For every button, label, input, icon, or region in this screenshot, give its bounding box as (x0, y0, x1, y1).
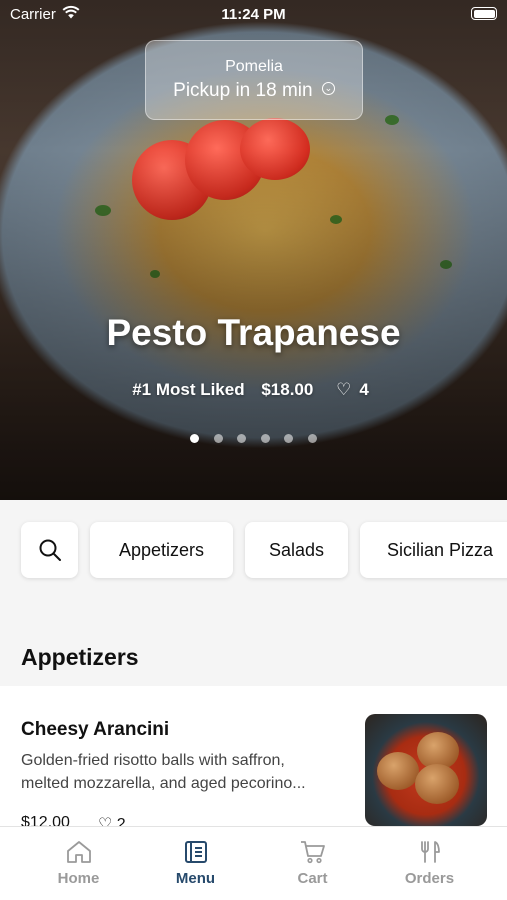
section-title: Appetizers (21, 644, 139, 670)
tab-label: Cart (297, 870, 328, 887)
cart-icon (300, 841, 325, 864)
heart-icon: ♡ (336, 380, 352, 399)
home-icon (66, 841, 91, 863)
tab-cart[interactable]: Cart (254, 827, 371, 900)
item-description: Golden-fried risotto balls with saffron,… (21, 749, 351, 795)
menu-item-card[interactable]: Cheesy Arancini Golden-fried risotto bal… (0, 686, 507, 826)
tab-orders[interactable]: Orders (371, 827, 488, 900)
category-bar[interactable]: Appetizers Salads Sicilian Pizza (0, 500, 507, 610)
hero-carousel[interactable]: Carrier 11:24 PM Pomelia Pickup in 18 mi… (0, 0, 507, 500)
tab-label: Menu (175, 870, 216, 887)
arancini-decoration (415, 764, 459, 804)
page-dot[interactable] (284, 434, 294, 443)
tab-menu[interactable]: Menu (137, 827, 254, 900)
category-chip-sicilian-pizza[interactable]: Sicilian Pizza (360, 522, 507, 578)
page-dot[interactable] (260, 434, 270, 443)
heart-icon: ♡ (98, 816, 113, 826)
item-photo (365, 714, 487, 826)
pickup-eta: Pickup in 18 min (173, 80, 313, 101)
search-icon (39, 539, 61, 561)
item-price: $12.00 (21, 814, 70, 826)
menu-book-icon (184, 841, 207, 863)
item-description-line: melted mozzarella, and aged pecorino... (21, 775, 306, 792)
arancini-decoration (377, 752, 419, 790)
item-name: Cheesy Arancini (21, 719, 170, 740)
utensils-icon (420, 841, 440, 863)
battery-icon (471, 7, 497, 20)
featured-item-title: Pesto Trapanese (106, 312, 401, 353)
featured-likes-count: 4 (359, 380, 369, 399)
category-chip-salads[interactable]: Salads (245, 522, 348, 578)
page-dot[interactable] (237, 434, 247, 443)
item-likes-count: 2 (116, 816, 126, 826)
featured-item-meta: #1 Most Liked $18.00 ♡ 4 (0, 380, 507, 400)
pickup-selector[interactable]: Pomelia Pickup in 18 min ⌄ (145, 40, 363, 120)
clock: 11:24 PM (221, 6, 286, 23)
page-dot[interactable] (213, 434, 223, 443)
carousel-page-indicator[interactable] (0, 430, 507, 448)
status-bar: Carrier 11:24 PM (0, 0, 507, 28)
item-likes[interactable]: ♡ 2 (98, 814, 126, 826)
chevron-down-icon: ⌄ (321, 82, 335, 96)
page-dot[interactable] (190, 434, 200, 443)
tab-home[interactable]: Home (20, 827, 137, 900)
category-chip-appetizers[interactable]: Appetizers (90, 522, 233, 578)
tab-bar: Home Menu Cart Orders (0, 826, 507, 900)
featured-rank: #1 Most Liked (132, 380, 245, 399)
tab-label: Orders (404, 870, 455, 887)
tab-label: Home (57, 870, 100, 887)
search-button[interactable] (21, 522, 78, 578)
store-name: Pomelia (225, 58, 283, 75)
page-dot[interactable] (307, 434, 317, 443)
item-description-line: Golden-fried risotto balls with saffron, (21, 752, 285, 769)
featured-price: $18.00 (261, 380, 314, 399)
featured-likes: ♡ 4 (330, 380, 375, 399)
